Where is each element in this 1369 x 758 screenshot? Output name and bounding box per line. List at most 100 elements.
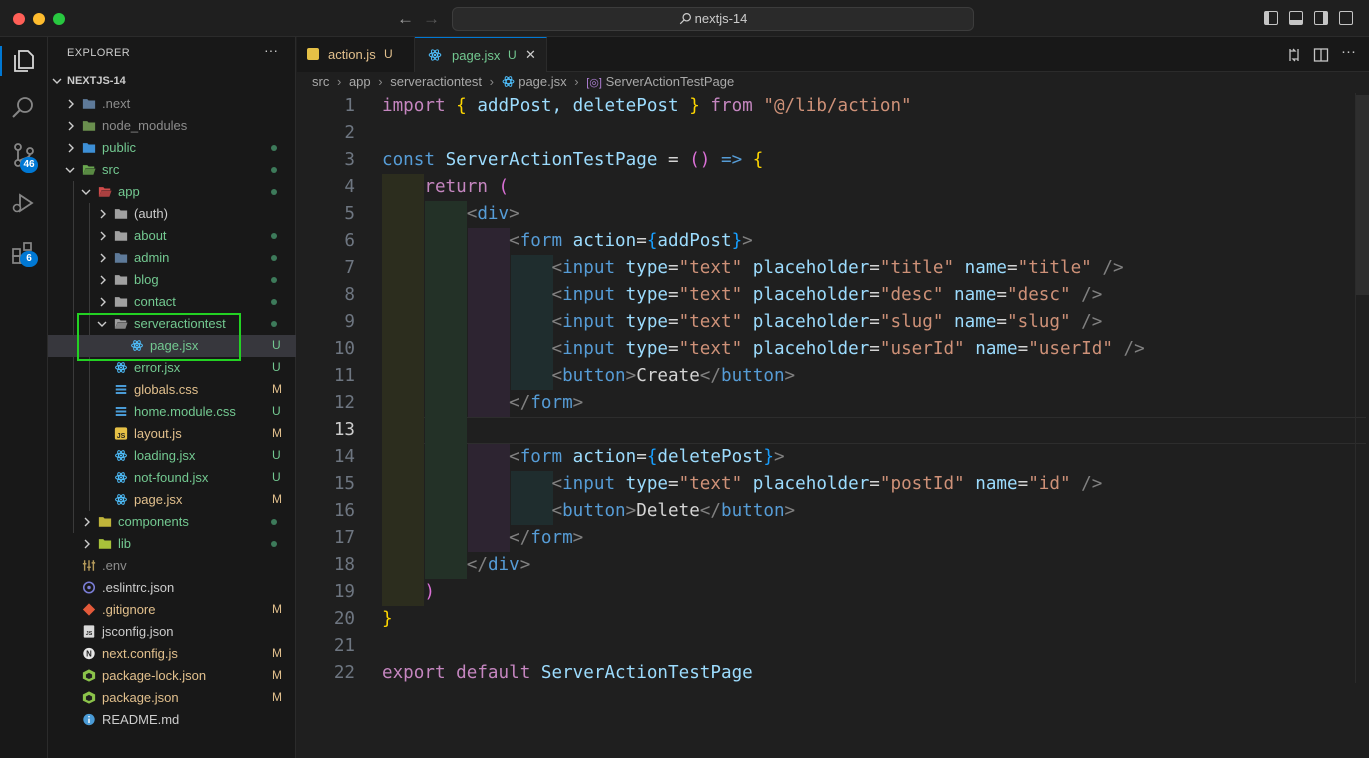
code-line[interactable]: 5 <div> (297, 201, 1355, 228)
tree-item-about[interactable]: about (48, 225, 296, 247)
code-text: } (382, 606, 393, 633)
breadcrumb-src[interactable]: src (312, 74, 329, 89)
close-tab-icon[interactable]: ✕ (525, 47, 536, 63)
code-line[interactable]: 4 return ( (297, 174, 1355, 201)
code-line[interactable]: 11 <button>Create</button> (297, 363, 1355, 390)
tree-item-gitignore[interactable]: .gitignore M (48, 599, 296, 621)
tree-item-globals-css[interactable]: globals.css M (48, 379, 296, 401)
tree-item-env[interactable]: .env (48, 555, 296, 577)
code-token: type (625, 258, 669, 278)
editor-scrollbar-thumb[interactable] (1356, 95, 1369, 295)
code-line[interactable]: 20} (297, 606, 1355, 633)
tree-item-components[interactable]: components (48, 511, 296, 533)
code-line[interactable]: 13 (297, 417, 1355, 444)
more-actions-icon[interactable]: ··· (1341, 43, 1356, 60)
close-window-button[interactable] (13, 13, 25, 25)
tree-item-home-module-css[interactable]: home.module.css U (48, 401, 296, 423)
tab-page-jsx[interactable]: page.jsx U ✕ (415, 37, 547, 72)
command-center-search[interactable]: nextjs-14 (452, 7, 974, 31)
tree-item-page-jsx[interactable]: page.jsx M (48, 489, 296, 511)
tree-item-node-modules[interactable]: node_modules (48, 115, 296, 137)
code-line[interactable]: 7 <input type="text" placeholder="title"… (297, 255, 1355, 282)
line-number: 18 (333, 555, 355, 575)
code-token: ServerActionTestPage (540, 663, 753, 683)
code-line[interactable]: 8 <input type="text" placeholder="desc" … (297, 282, 1355, 309)
code-token: } (731, 231, 743, 251)
tree-item-not-found-jsx[interactable]: not-found.jsx U (48, 467, 296, 489)
tree-item-public[interactable]: public (48, 137, 296, 159)
code-token: </ (699, 501, 721, 521)
code-line[interactable]: 14 <form action={deletePost}> (297, 444, 1355, 471)
forward-arrow-icon[interactable]: → (423, 9, 440, 29)
tree-item-contact[interactable]: contact (48, 291, 296, 313)
line-number: 9 (344, 312, 355, 332)
code-token: input (562, 474, 616, 494)
code-editor[interactable]: 1 import { addPost, deletePost } from "@/… (297, 93, 1369, 758)
code-line[interactable]: 10 <input type="text" placeholder="userI… (297, 336, 1355, 363)
code-line[interactable]: 9 <input type="text" placeholder="slug" … (297, 309, 1355, 336)
customize-layout-icon[interactable] (1339, 11, 1353, 25)
tree-item-eslintrc-json[interactable]: .eslintrc.json (48, 577, 296, 599)
more-actions-icon[interactable]: ··· (264, 42, 278, 58)
tree-item-app[interactable]: app (48, 181, 296, 203)
tree-item-jsconfig-json[interactable]: JS jsconfig.json (48, 621, 296, 643)
tree-item-admin[interactable]: admin (48, 247, 296, 269)
tree-item-layout-js[interactable]: JS layout.js M (48, 423, 296, 445)
minimize-window-button[interactable] (33, 13, 45, 25)
git-status: U (272, 338, 281, 352)
tree-item-package-json[interactable]: package.json M (48, 687, 296, 709)
breadcrumb-file[interactable]: page.jsx (518, 74, 566, 89)
maximize-window-button[interactable] (53, 13, 65, 25)
split-editor-icon[interactable] (1313, 47, 1329, 63)
code-line[interactable]: 15 <input type="text" placeholder="postI… (297, 471, 1355, 498)
tab-action-js[interactable]: action.js U (297, 37, 415, 72)
code-line[interactable]: 18 </div> (297, 552, 1355, 579)
code-token: </ (466, 555, 488, 575)
code-token: > (572, 393, 584, 413)
compare-changes-icon[interactable] (1286, 47, 1302, 63)
code-line[interactable]: 12 </form> (297, 390, 1355, 417)
tree-item-label: package.json (102, 690, 179, 705)
breadcrumb-symbol[interactable]: ServerActionTestPage (606, 74, 735, 89)
code-line[interactable]: 16 <button>Delete</button> (297, 498, 1355, 525)
code-line[interactable]: 3 const ServerActionTestPage = () => { (297, 147, 1355, 174)
code-line[interactable]: 22 export default ServerActionTestPage (297, 660, 1355, 687)
line-number: 8 (344, 285, 355, 305)
code-line[interactable]: 21 (297, 633, 1355, 660)
code-token: /> (1112, 339, 1145, 359)
tree-item-readme-md[interactable]: README.md (48, 709, 296, 731)
toggle-secondary-sidebar-icon[interactable] (1314, 11, 1328, 25)
workspace-root[interactable]: NEXTJS-14 (48, 71, 296, 93)
toggle-primary-sidebar-icon[interactable] (1264, 11, 1278, 25)
run-debug-icon[interactable] (10, 189, 38, 217)
code-token: "@/lib/action" (763, 96, 912, 116)
back-arrow-icon[interactable]: ← (397, 9, 414, 29)
tree-item-label: page.jsx (134, 492, 183, 507)
tree-item-package-lock-json[interactable]: package-lock.json M (48, 665, 296, 687)
breadcrumb-folder[interactable]: serveractiontest (390, 74, 482, 89)
breadcrumb-app[interactable]: app (349, 74, 371, 89)
chevron-right-icon (100, 297, 106, 307)
toggle-panel-icon[interactable] (1289, 11, 1303, 25)
tree-item-label: lib (118, 536, 132, 551)
tab-label: action.js (328, 47, 376, 62)
code-line[interactable]: 1 import { addPost, deletePost } from "@/… (297, 93, 1355, 120)
code-line[interactable]: 19 ) (297, 579, 1355, 606)
code-token: const (382, 150, 435, 170)
tree-item-src[interactable]: src (48, 159, 296, 181)
code-line[interactable]: 17 </form> (297, 525, 1355, 552)
tree-item-lib[interactable]: lib (48, 533, 296, 555)
tree-item-next-config-js[interactable]: Nnext.config.js M (48, 643, 296, 665)
code-token: { (646, 447, 658, 467)
chevron-right-icon: › (378, 74, 383, 89)
tree-item-next[interactable]: .next (48, 93, 296, 115)
code-line[interactable]: 6 <form action={addPost}> (297, 228, 1355, 255)
tree-item-label: contact (134, 294, 176, 309)
search-icon[interactable] (10, 94, 38, 122)
explorer-icon[interactable] (10, 47, 38, 75)
tree-item-auth[interactable]: (auth) (48, 203, 296, 225)
tree-item-loading-jsx[interactable]: loading.jsx U (48, 445, 296, 467)
tree-item-blog[interactable]: blog (48, 269, 296, 291)
code-line[interactable]: 2 (297, 120, 1355, 147)
